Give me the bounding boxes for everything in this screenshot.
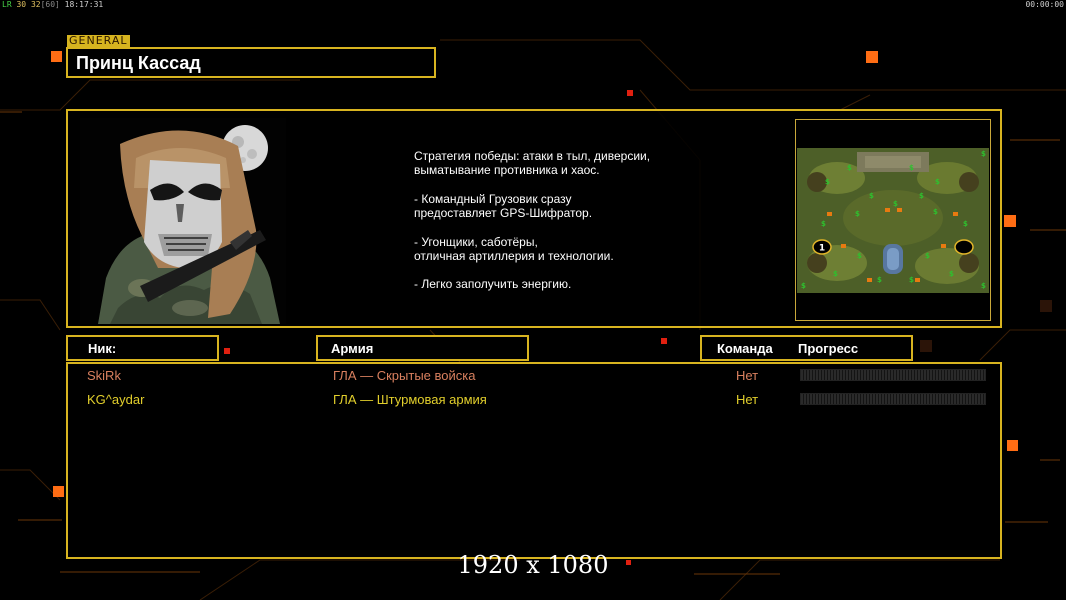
- player-army: ГЛА — Скрытые войска: [333, 368, 476, 383]
- column-header-army: Армия: [316, 335, 529, 361]
- description-line: отличная артиллерия и технологии.: [414, 249, 614, 264]
- svg-text:$: $: [909, 164, 914, 172]
- svg-text:$: $: [909, 276, 914, 284]
- player-nick: KG^aydar: [87, 392, 145, 407]
- svg-text:$: $: [893, 200, 898, 208]
- svg-text:$: $: [981, 150, 986, 158]
- svg-text:$: $: [925, 252, 930, 260]
- column-header-nick: Ник:: [66, 335, 219, 361]
- description-line: - Командный Грузовик сразу: [414, 191, 572, 206]
- start-position-label: 1: [819, 244, 825, 254]
- description-line: Стратегия победы: атаки в тыл, диверсии,: [414, 149, 651, 163]
- resolution-overlay: 1920 x 1080: [457, 551, 609, 579]
- general-portrait: [80, 118, 286, 324]
- fps-max: [60]: [40, 0, 60, 9]
- fps-value: 30: [16, 0, 27, 9]
- player-army: ГЛА — Штурмовая армия: [333, 392, 487, 407]
- general-description: Стратегия победы: атаки в тыл, диверсии,…: [414, 149, 714, 292]
- svg-text:$: $: [825, 178, 830, 186]
- column-label-progress: Прогресс: [798, 341, 859, 356]
- fps-limit: 32: [30, 0, 41, 9]
- map-preview: $ $ $ $ $ $ $ $ $ $ $ $ $ $ $ $ $ $ $ $ 1: [795, 119, 991, 321]
- description-line: - Легко заполучить энергию.: [414, 277, 572, 292]
- svg-text:$: $: [801, 282, 806, 290]
- svg-text:$: $: [869, 192, 874, 200]
- general-name: Принц Кассад: [76, 53, 201, 73]
- svg-text:$: $: [821, 220, 826, 228]
- column-label-army: Армия: [331, 341, 374, 356]
- description-line: выматывание противника и хаос.: [414, 163, 600, 178]
- column-label-nick: Ник:: [88, 341, 117, 356]
- svg-text:$: $: [847, 164, 852, 172]
- svg-text:$: $: [833, 270, 838, 278]
- start-position-empty[interactable]: [954, 239, 974, 255]
- svg-text:$: $: [919, 192, 924, 200]
- description-line: предоставляет GPS-Шифратор.: [414, 206, 593, 221]
- column-header-team-progress: Команда Прогресс: [700, 335, 913, 361]
- player-row: SkiRk ГЛА — Скрытые войска Нет: [68, 366, 1000, 384]
- player-progress-bar: [800, 393, 986, 405]
- svg-text:$: $: [981, 282, 986, 290]
- svg-text:$: $: [963, 220, 968, 228]
- general-title-box: Принц Кассад: [66, 47, 436, 78]
- fps-readout: LR 30 32[60] 18:17:31: [2, 0, 103, 9]
- players-list: SkiRk ГЛА — Скрытые войска Нет KG^aydar …: [66, 362, 1002, 559]
- player-team: Нет: [736, 368, 759, 383]
- svg-text:$: $: [935, 178, 940, 186]
- rank-tag: GENERAL: [67, 34, 130, 47]
- general-info-panel: Стратегия победы: атаки в тыл, диверсии,…: [66, 109, 1002, 328]
- svg-text:$: $: [857, 252, 862, 260]
- player-team: Нет: [736, 392, 759, 407]
- clock-readout: 18:17:31: [64, 0, 104, 9]
- svg-text:$: $: [877, 276, 882, 284]
- player-row: KG^aydar ГЛА — Штурмовая армия Нет: [68, 390, 1000, 408]
- game-timer: 00:00:00: [1025, 0, 1064, 9]
- player-progress-bar: [800, 369, 986, 381]
- fps-label: LR: [2, 0, 12, 9]
- svg-text:$: $: [855, 210, 860, 218]
- description-line: - Угонщики, саботёры,: [414, 234, 538, 249]
- svg-text:$: $: [933, 208, 938, 216]
- player-nick: SkiRk: [87, 368, 121, 383]
- svg-text:$: $: [949, 270, 954, 278]
- column-label-team: Команда: [717, 341, 773, 356]
